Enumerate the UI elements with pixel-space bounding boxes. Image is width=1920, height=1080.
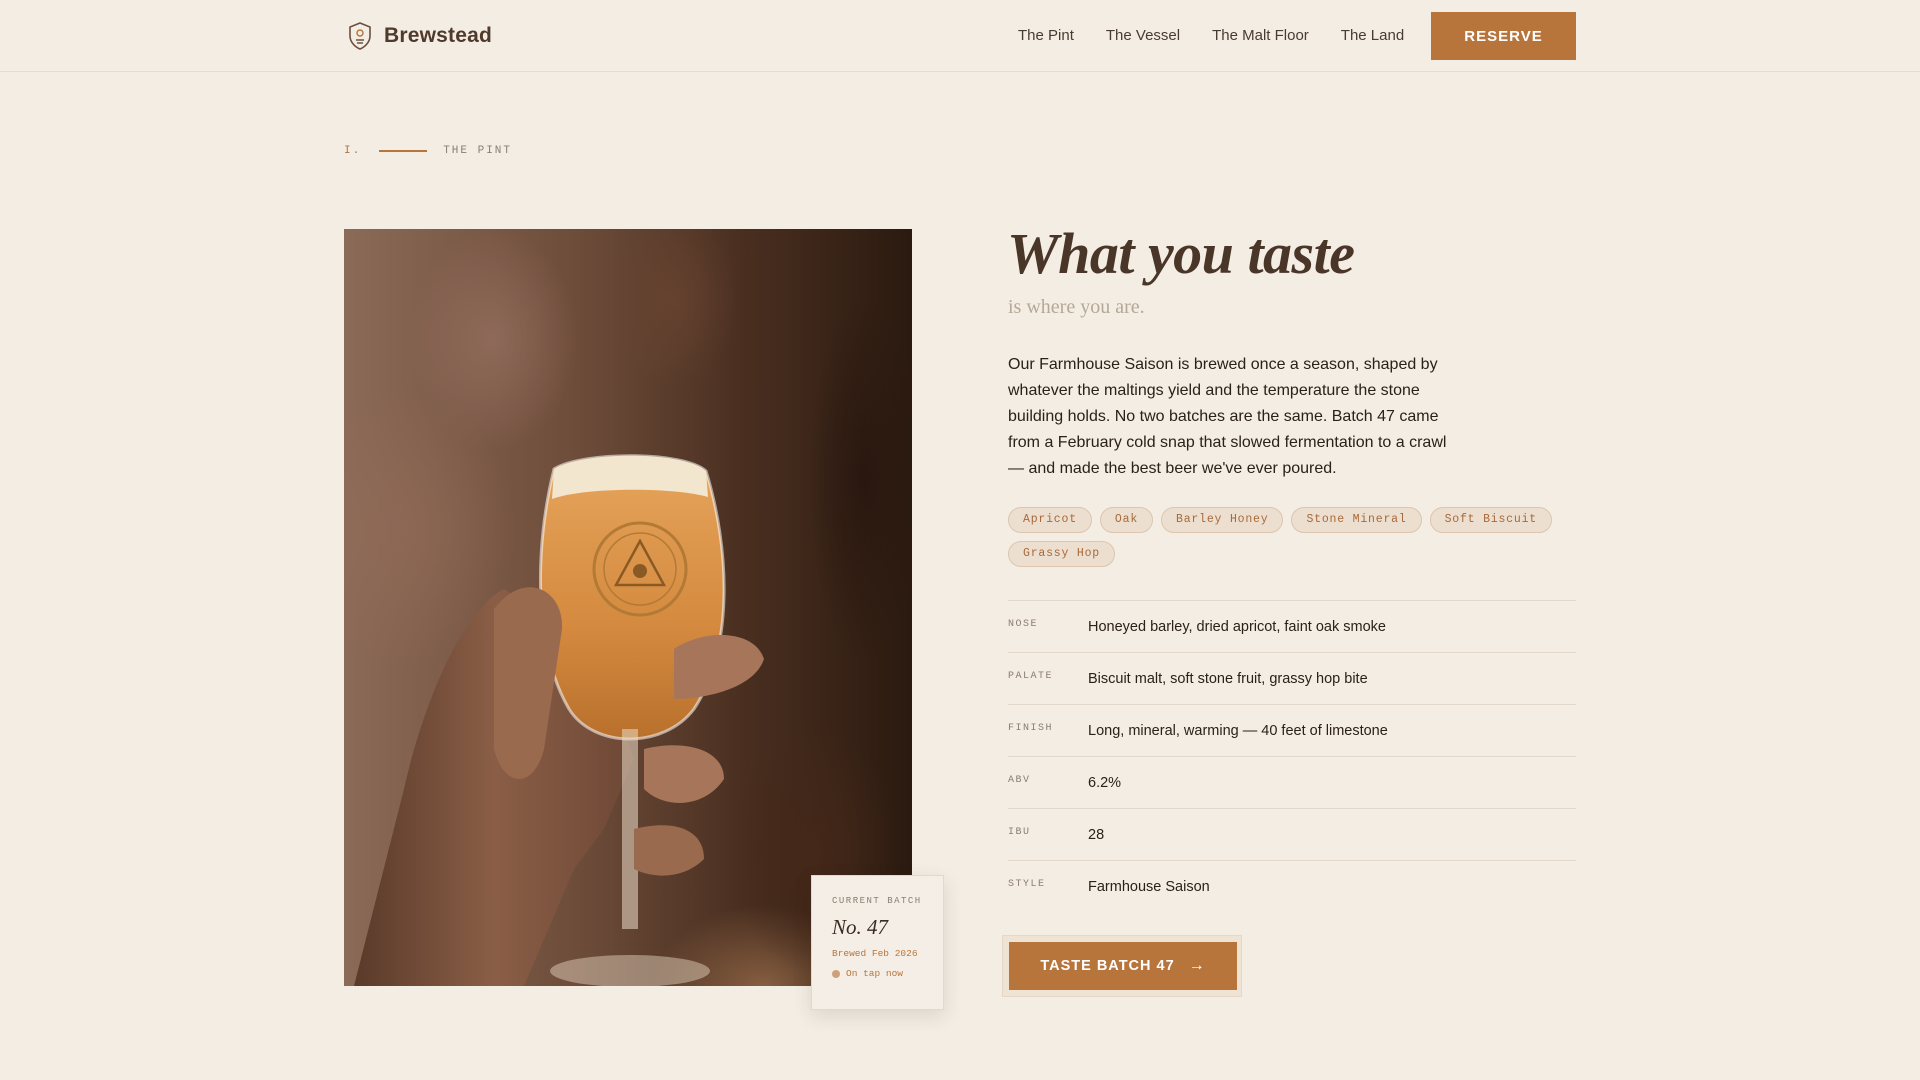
spec-value: Biscuit malt, soft stone fruit, grassy h… <box>1088 670 1368 687</box>
spec-row-style: STYLE Farmhouse Saison <box>1008 860 1576 912</box>
nav-link-the-malt-floor[interactable]: The Malt Floor <box>1212 27 1309 44</box>
status-dot-icon <box>832 969 840 978</box>
taste-batch-button[interactable]: TASTE BATCH 47 → <box>1009 942 1237 990</box>
taste-batch-label: TASTE BATCH 47 <box>1040 958 1175 974</box>
spec-label: IBU <box>1008 827 1031 838</box>
section-number: I. <box>344 145 362 157</box>
reserve-button[interactable]: RESERVE <box>1431 12 1576 60</box>
current-batch-card: CURRENT BATCH No. 47 Brewed Feb 2026 On … <box>811 875 944 1010</box>
section-name: THE PINT <box>443 145 513 157</box>
beer-glass-illustration <box>354 454 764 986</box>
flavor-tag: Stone Mineral <box>1291 507 1422 533</box>
nav-link-the-vessel[interactable]: The Vessel <box>1106 27 1180 44</box>
page-headline: What you taste <box>1007 221 1355 286</box>
batch-eyebrow: CURRENT BATCH <box>832 896 922 906</box>
spec-row-palate: PALATE Biscuit malt, soft stone fruit, g… <box>1008 652 1576 704</box>
spec-row-nose: NOSE Honeyed barley, dried apricot, fain… <box>1008 600 1576 652</box>
flavor-tag: Apricot <box>1008 507 1092 533</box>
brand-logo[interactable]: Brewstead <box>348 22 492 50</box>
beer-photo <box>344 229 912 986</box>
arrow-right-icon: → <box>1188 957 1206 974</box>
batch-number: No. 47 <box>832 915 889 939</box>
flavor-tags: Apricot Oak Barley Honey Stone Mineral S… <box>1008 507 1588 575</box>
page-subheadline: is where you are. <box>1008 296 1145 318</box>
batch-status: On tap now <box>832 968 943 979</box>
section-label: I. THE PINT <box>344 145 512 157</box>
shield-crest-icon <box>349 22 371 50</box>
spec-value: 28 <box>1088 826 1105 843</box>
spec-value: Honeyed barley, dried apricot, faint oak… <box>1088 618 1386 635</box>
spec-value: Long, mineral, warming — 40 feet of lime… <box>1088 722 1388 739</box>
batch-brewed-date: Brewed Feb 2026 <box>832 948 918 959</box>
spec-row-abv: ABV 6.2% <box>1008 756 1576 808</box>
spec-row-finish: FINISH Long, mineral, warming — 40 feet … <box>1008 704 1576 756</box>
brand-name: Brewstead <box>384 24 493 47</box>
spec-label: FINISH <box>1008 723 1054 734</box>
nav-link-the-land[interactable]: The Land <box>1341 27 1404 44</box>
flavor-tag: Barley Honey <box>1161 507 1284 533</box>
batch-status-text: On tap now <box>846 968 904 979</box>
spec-value: Farmhouse Saison <box>1088 878 1210 895</box>
intro-paragraph: Our Farmhouse Saison is brewed once a se… <box>1008 356 1447 477</box>
site-header: Brewstead The Pint The Vessel The Malt F… <box>0 0 1920 72</box>
spec-label: NOSE <box>1008 619 1039 630</box>
cta-focus-ring: TASTE BATCH 47 → <box>1002 935 1242 997</box>
section-divider <box>379 150 428 152</box>
tasting-specs-table: NOSE Honeyed barley, dried apricot, fain… <box>1008 600 1576 912</box>
main-nav: The Pint The Vessel The Malt Floor The L… <box>1018 27 1436 44</box>
spec-label: STYLE <box>1008 879 1046 890</box>
spec-row-ibu: IBU 28 <box>1008 808 1576 860</box>
spec-label: ABV <box>1008 775 1031 786</box>
flavor-tag: Grassy Hop <box>1008 541 1116 567</box>
spec-label: PALATE <box>1008 671 1054 682</box>
flavor-tag: Oak <box>1099 507 1154 533</box>
spec-value: 6.2% <box>1088 774 1122 791</box>
nav-link-the-pint[interactable]: The Pint <box>1018 27 1074 44</box>
flavor-tag: Soft Biscuit <box>1429 507 1552 533</box>
